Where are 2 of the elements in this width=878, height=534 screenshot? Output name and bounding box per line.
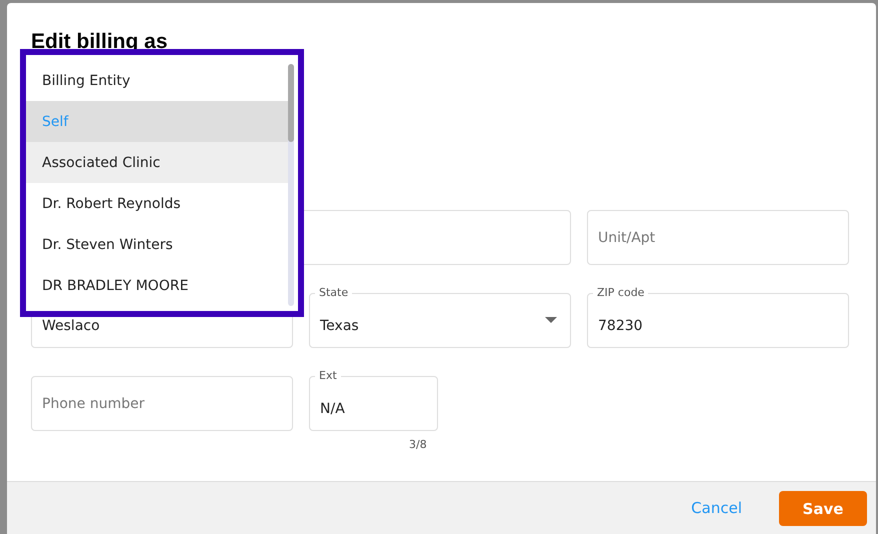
dialog-title: Edit billing as [31,29,168,55]
character-counter: 3/8 [409,438,427,451]
